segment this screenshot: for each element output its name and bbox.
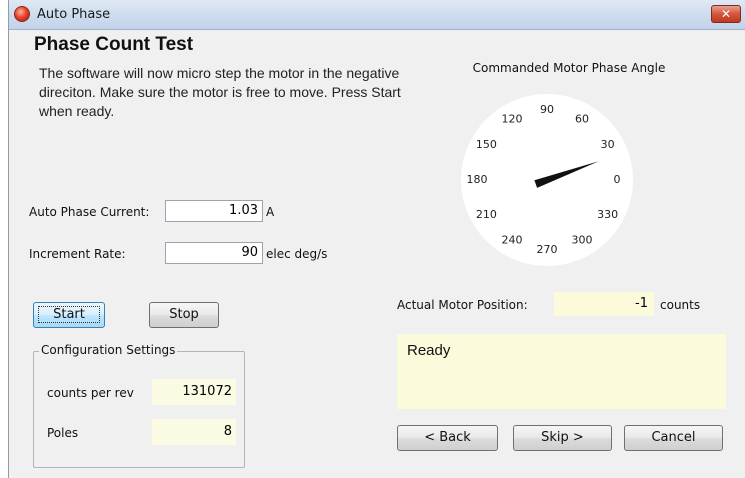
- gauge-tick-label: 150: [476, 138, 497, 151]
- gauge-tick-label: 30: [601, 138, 615, 151]
- back-button[interactable]: < Back: [397, 425, 498, 451]
- title-bar: Auto Phase ✕: [9, 0, 745, 30]
- position-value: -1: [554, 292, 654, 316]
- gauge-tick-label: 90: [540, 103, 554, 116]
- current-label: Auto Phase Current:: [29, 205, 150, 219]
- app-icon: [14, 6, 30, 22]
- cancel-button[interactable]: Cancel: [624, 425, 723, 451]
- stop-button[interactable]: Stop: [149, 302, 219, 328]
- gauge-tick-label: 270: [537, 243, 558, 256]
- counts-per-rev-value: 131072: [152, 379, 236, 405]
- gauge-tick-label: 60: [575, 112, 589, 125]
- gauge-title: Commanded Motor Phase Angle: [472, 61, 666, 75]
- poles-label: Poles: [47, 426, 79, 440]
- gauge-tick-label: 120: [502, 112, 523, 125]
- rate-label: Increment Rate:: [29, 247, 126, 261]
- counts-per-rev-label: counts per rev: [47, 386, 134, 400]
- config-group-title: Configuration Settings: [39, 343, 178, 357]
- current-unit: A: [266, 205, 275, 219]
- rate-unit: elec deg/s: [266, 247, 328, 261]
- instructions-text: The software will now micro step the mot…: [39, 65, 401, 119]
- auto-phase-window: Auto Phase ✕ Phase Count Test The softwa…: [8, 0, 745, 478]
- gauge-tick-label: 210: [476, 208, 497, 221]
- start-button[interactable]: Start: [33, 302, 105, 328]
- position-label: Actual Motor Position:: [397, 298, 528, 312]
- position-unit: counts: [660, 298, 701, 312]
- gauge-tick-label: 300: [572, 234, 593, 247]
- gauge-tick-label: 240: [502, 234, 523, 247]
- gauge-tick-label: 180: [467, 173, 488, 186]
- start-button-label: Start: [38, 306, 100, 323]
- config-group: [33, 351, 245, 468]
- gauge-tick-label: 0: [614, 173, 621, 186]
- status-box: Ready: [397, 334, 726, 409]
- rate-input[interactable]: 90: [165, 242, 263, 264]
- window-title: Auto Phase: [37, 7, 111, 22]
- skip-button[interactable]: Skip >: [513, 425, 612, 451]
- gauge-tick-label: 330: [597, 208, 618, 221]
- current-input[interactable]: 1.03: [165, 200, 263, 222]
- page-title: Phase Count Test: [34, 34, 194, 55]
- poles-value: 8: [152, 419, 236, 445]
- phase-angle-gauge: 0 30 60 90 120 150 180 210 240 270 300 330: [461, 94, 633, 266]
- close-button[interactable]: ✕: [711, 5, 741, 23]
